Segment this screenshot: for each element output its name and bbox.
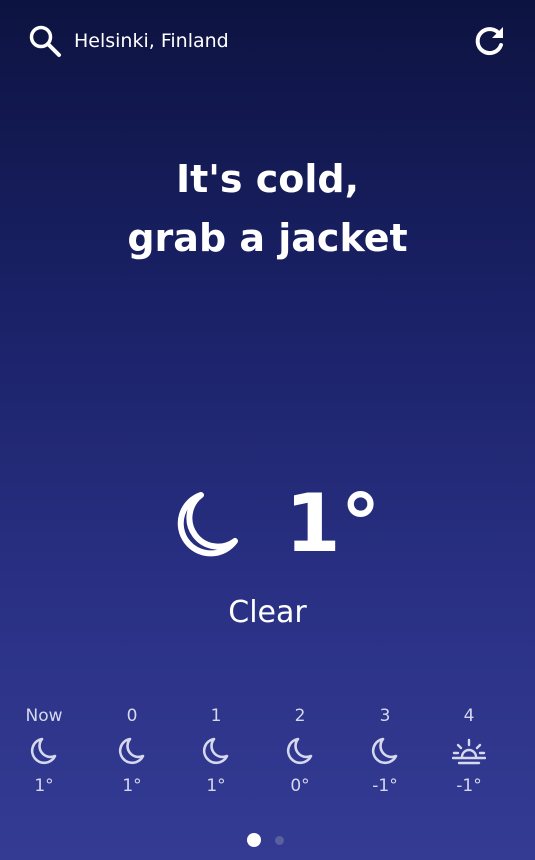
current-weather: 1° [0, 475, 535, 575]
forecast-hour: 1 [210, 706, 222, 726]
moon-icon [177, 492, 238, 557]
forecast-temp: 1° [34, 776, 54, 796]
search-icon[interactable] [28, 24, 62, 58]
forecast-hour: 0 [126, 706, 138, 726]
moon-icon [30, 737, 57, 765]
forecast-hour: 4 [463, 706, 475, 726]
moon-icon [202, 737, 229, 765]
page-indicator [0, 832, 535, 848]
forecast-item: 4 -1° [429, 705, 509, 797]
forecast-temp: 1° [206, 776, 226, 796]
forecast-temp: 1° [122, 776, 142, 796]
forecast-item: Now 1° [4, 705, 84, 797]
moon-icon [118, 737, 145, 765]
sunrise-icon [452, 738, 486, 765]
current-temperature: 1° [285, 477, 381, 570]
forecast-item: 2 0° [260, 705, 340, 797]
forecast-hour: Now [25, 706, 63, 726]
forecast-temp: -1° [456, 776, 482, 796]
message-line-1: It's cold, [175, 157, 360, 201]
forecast-item: 1 1° [176, 705, 256, 797]
forecast-hour: 3 [379, 706, 391, 726]
page-dot[interactable] [275, 836, 284, 845]
refresh-icon[interactable] [470, 23, 508, 61]
forecast-item: 3 -1° [345, 705, 425, 797]
forecast-hour: 2 [294, 706, 306, 726]
hourly-forecast: Now 1° 0 1° 1 1° 2 0° 3 -1° 4 -1° [0, 705, 535, 805]
current-condition: Clear [228, 595, 307, 630]
weather-message: It's cold, grab a jacket [0, 150, 535, 268]
moon-icon [286, 737, 313, 765]
moon-icon [371, 737, 398, 765]
forecast-temp: -1° [372, 776, 398, 796]
top-bar: Helsinki, Finland [0, 0, 535, 80]
location-label[interactable]: Helsinki, Finland [74, 29, 229, 53]
message-line-2: grab a jacket [127, 216, 408, 260]
forecast-item: 0 1° [92, 705, 172, 797]
forecast-temp: 0° [290, 776, 310, 796]
page-dot-active[interactable] [247, 833, 261, 847]
